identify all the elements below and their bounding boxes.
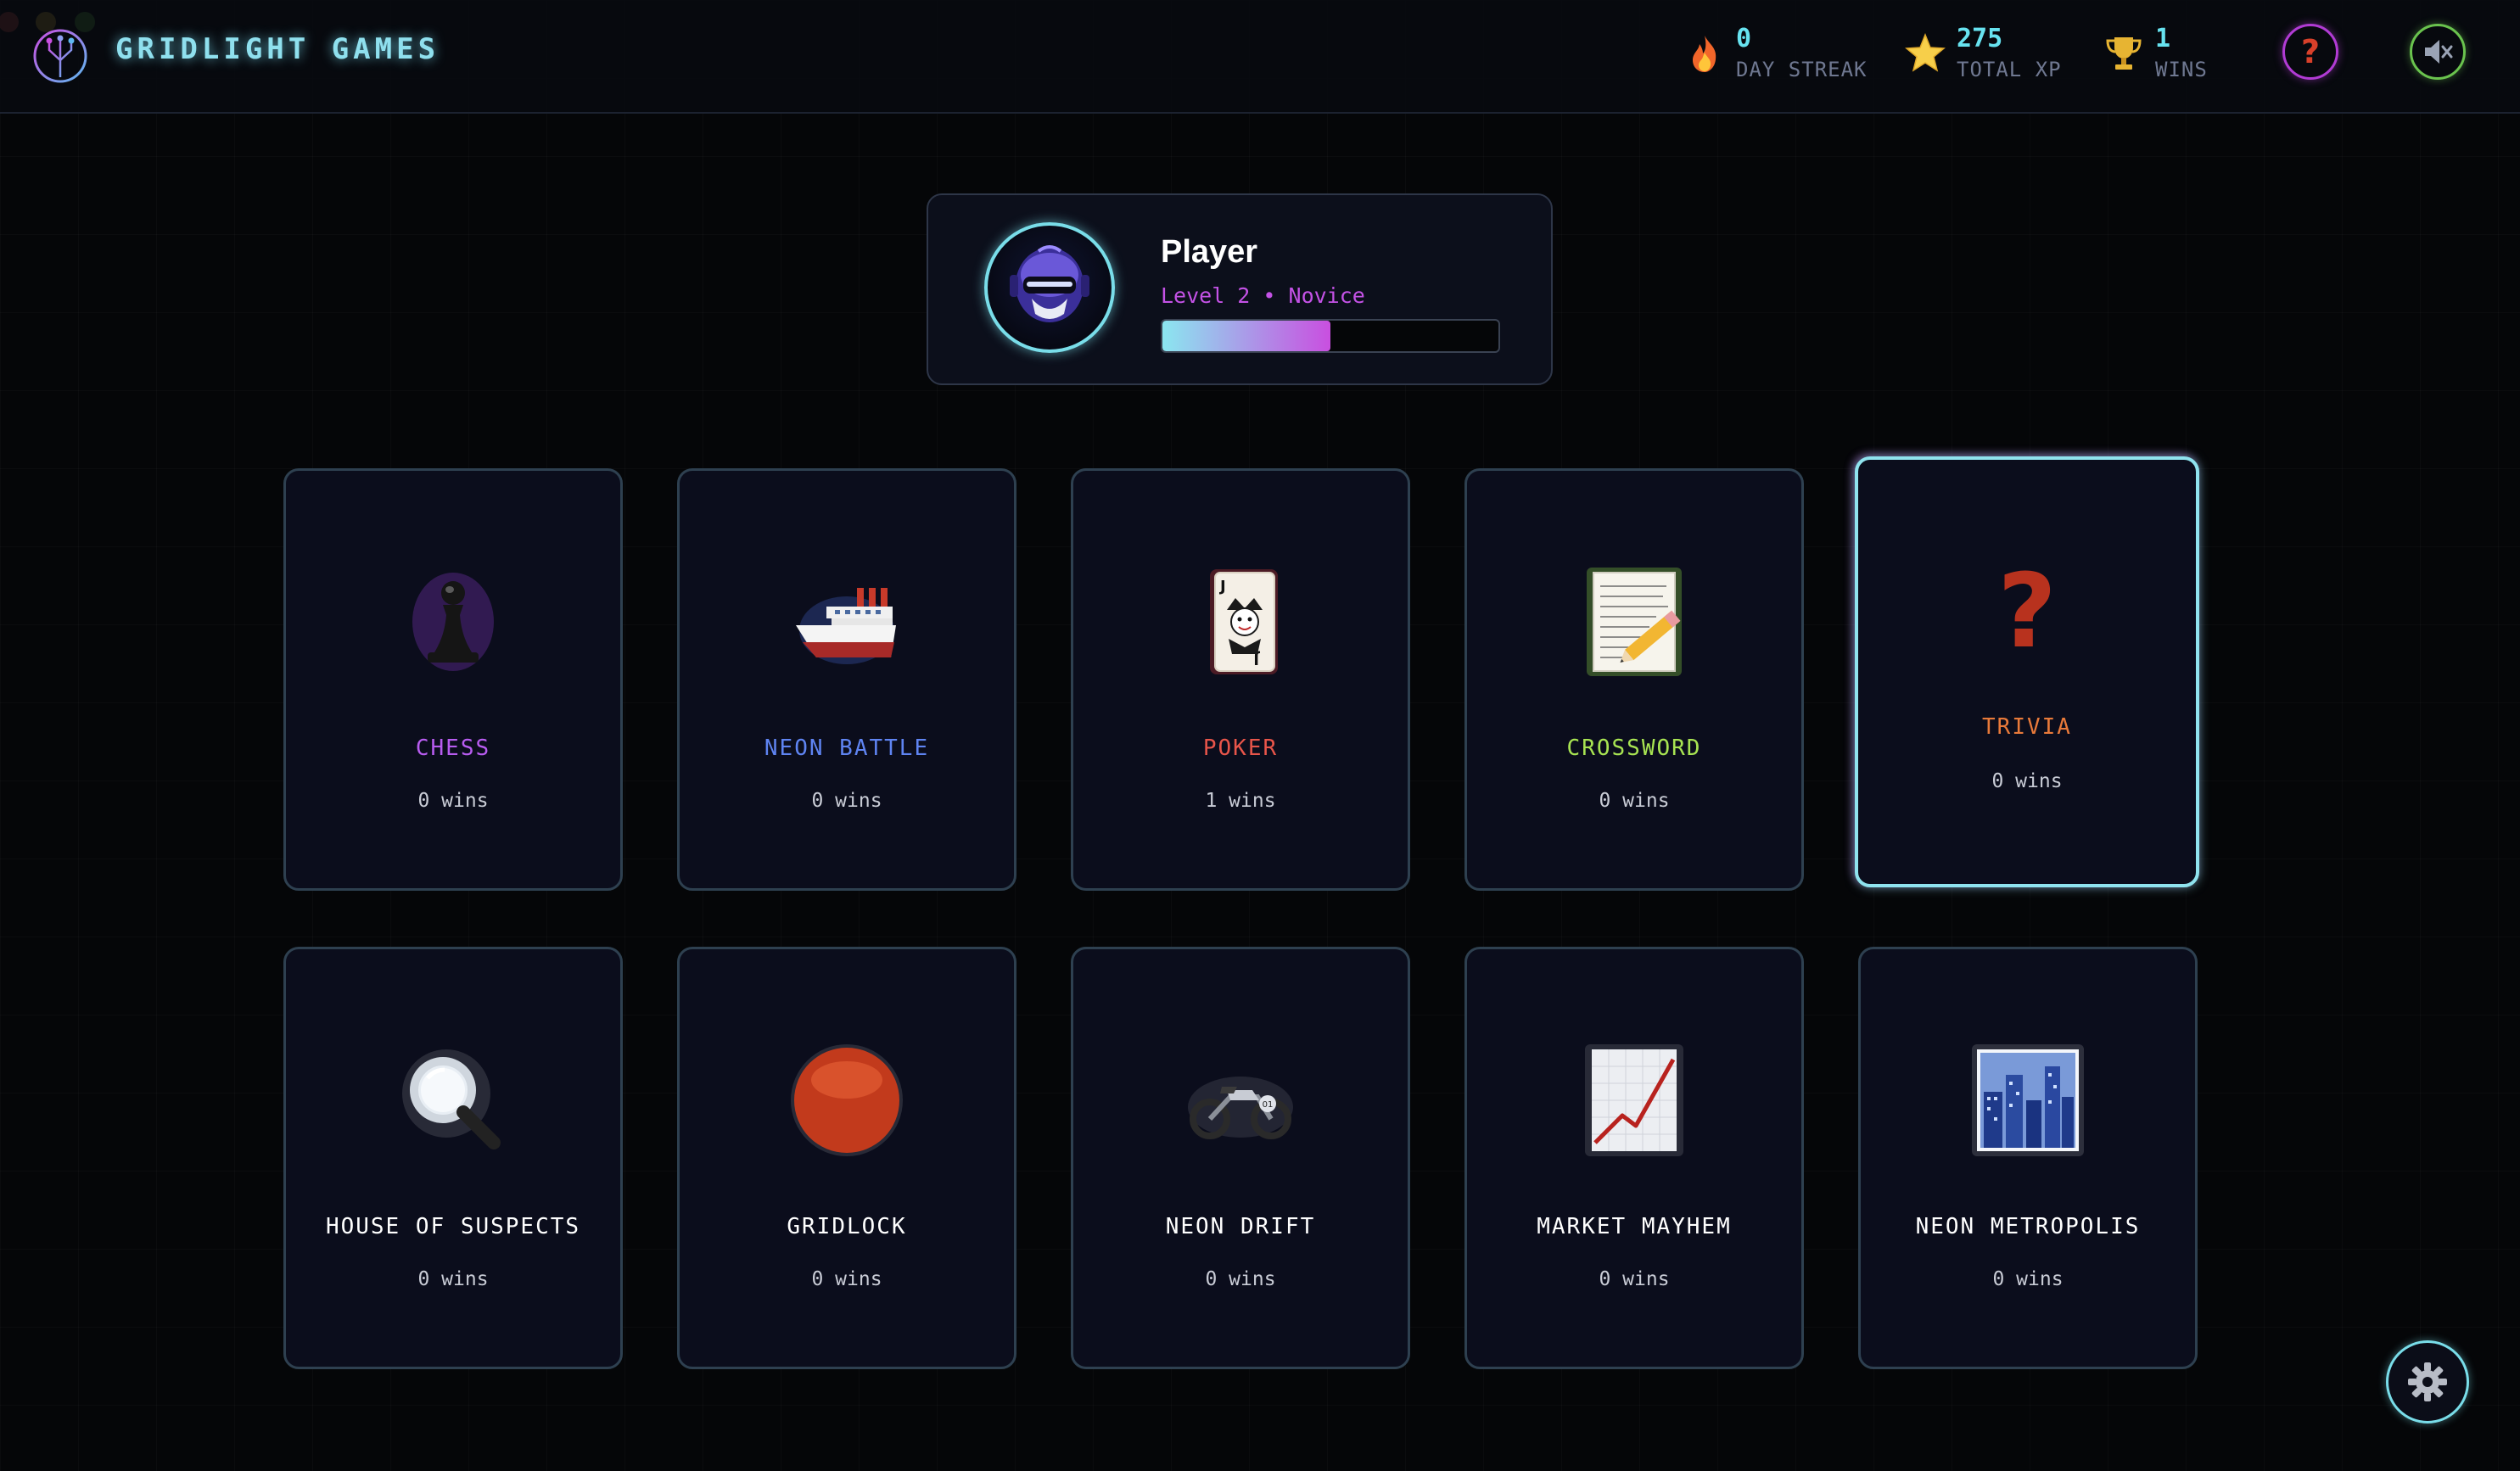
game-title: NEON BATTLE xyxy=(764,736,930,761)
svg-text:01: 01 xyxy=(1263,1100,1274,1110)
game-card-trivia[interactable]: ? TRIVIA 0 wins xyxy=(1855,456,2199,887)
game-card-neon-metropolis[interactable]: NEON METROPOLIS 0 wins xyxy=(1858,947,2198,1369)
xp-label: TOTAL XP xyxy=(1957,58,2062,81)
robot-helmet-avatar xyxy=(1010,245,1089,322)
wins-label: WINS xyxy=(2155,58,2208,81)
cityscape-icon xyxy=(1972,1044,2084,1156)
xp-value: 275 xyxy=(1957,24,2003,53)
memo-pencil-icon xyxy=(1587,568,1682,676)
wins-value: 1 xyxy=(2155,24,2171,53)
game-card-neon-drift[interactable]: 01 NEON DRIFT 0 wins xyxy=(1071,947,1410,1369)
top-bar: GRIDLIGHT GAMES 0 DAY STREAK 275 TOTAL X… xyxy=(0,0,2520,114)
fire-icon xyxy=(1693,36,1716,72)
game-wins: 0 wins xyxy=(1599,1268,1670,1290)
trophy-icon xyxy=(2106,37,2142,70)
logo-circuit-icon xyxy=(33,29,87,83)
game-title: POKER xyxy=(1202,736,1279,761)
game-card-neon-battle[interactable]: NEON BATTLE 0 wins xyxy=(677,468,1016,891)
game-title: NEON METROPOLIS xyxy=(1915,1214,2141,1239)
help-button[interactable]: ? xyxy=(2282,24,2338,80)
star-icon xyxy=(1905,32,1946,72)
magnifying-glass-icon xyxy=(402,1049,501,1149)
game-wins: 0 wins xyxy=(417,790,489,812)
brand-title: GRIDLIGHT GAMES xyxy=(115,32,440,66)
gear-icon xyxy=(2408,1362,2447,1401)
game-wins: 0 wins xyxy=(1992,1268,2064,1290)
game-title: GRIDLOCK xyxy=(787,1214,907,1239)
streak-label: DAY STREAK xyxy=(1736,58,1868,81)
avatar[interactable] xyxy=(984,222,1115,353)
speaker-muted-icon xyxy=(2425,40,2453,64)
question-mark-icon: ? xyxy=(2300,33,2321,70)
svg-text:J: J xyxy=(1218,578,1226,596)
streak-value: 0 xyxy=(1736,24,1752,53)
game-wins: 0 wins xyxy=(417,1268,489,1290)
game-title: CROSSWORD xyxy=(1566,736,1702,761)
game-title: TRIVIA xyxy=(1982,714,2072,740)
motorcycle-icon: 01 xyxy=(1188,1077,1293,1139)
game-title: HOUSE OF SUSPECTS xyxy=(325,1214,581,1239)
game-card-market-mayhem[interactable]: MARKET MAYHEM 0 wins xyxy=(1464,947,1804,1369)
game-card-crossword[interactable]: CROSSWORD 0 wins xyxy=(1464,468,1804,891)
red-circle-icon xyxy=(791,1044,903,1156)
game-card-chess[interactable]: CHESS 0 wins xyxy=(283,468,623,891)
joker-card-icon: J J xyxy=(1210,569,1278,674)
game-wins: 0 wins xyxy=(811,1268,882,1290)
game-card-poker[interactable]: J J POKER 1 wins xyxy=(1071,468,1410,891)
xp-progress-fill xyxy=(1162,321,1330,351)
question-mark-icon: ? xyxy=(1997,553,2057,670)
chess-pawn-icon xyxy=(412,573,494,671)
game-wins: 0 wins xyxy=(1599,790,1670,812)
svg-text:?: ? xyxy=(1997,553,2057,670)
game-title: CHESS xyxy=(415,736,491,761)
game-wins: 0 wins xyxy=(811,790,882,812)
player-profile-card: Player Level 2 • Novice xyxy=(927,193,1553,385)
ship-icon xyxy=(796,588,896,664)
sound-toggle-button[interactable] xyxy=(2410,24,2466,80)
game-wins: 0 wins xyxy=(1205,1268,1276,1290)
game-card-house-of-suspects[interactable]: HOUSE OF SUSPECTS 0 wins xyxy=(283,947,623,1369)
game-wins: 0 wins xyxy=(1991,770,2063,792)
game-title: MARKET MAYHEM xyxy=(1537,1214,1732,1239)
settings-button[interactable] xyxy=(2386,1340,2469,1423)
game-card-gridlock[interactable]: GRIDLOCK 0 wins xyxy=(677,947,1016,1369)
game-wins: 1 wins xyxy=(1205,790,1276,812)
player-level: Level 2 • Novice xyxy=(1161,283,1365,308)
game-title: NEON DRIFT xyxy=(1165,1214,1316,1239)
player-name: Player xyxy=(1161,234,1258,270)
chart-increasing-icon xyxy=(1585,1044,1683,1156)
xp-progress-bar xyxy=(1161,319,1500,353)
